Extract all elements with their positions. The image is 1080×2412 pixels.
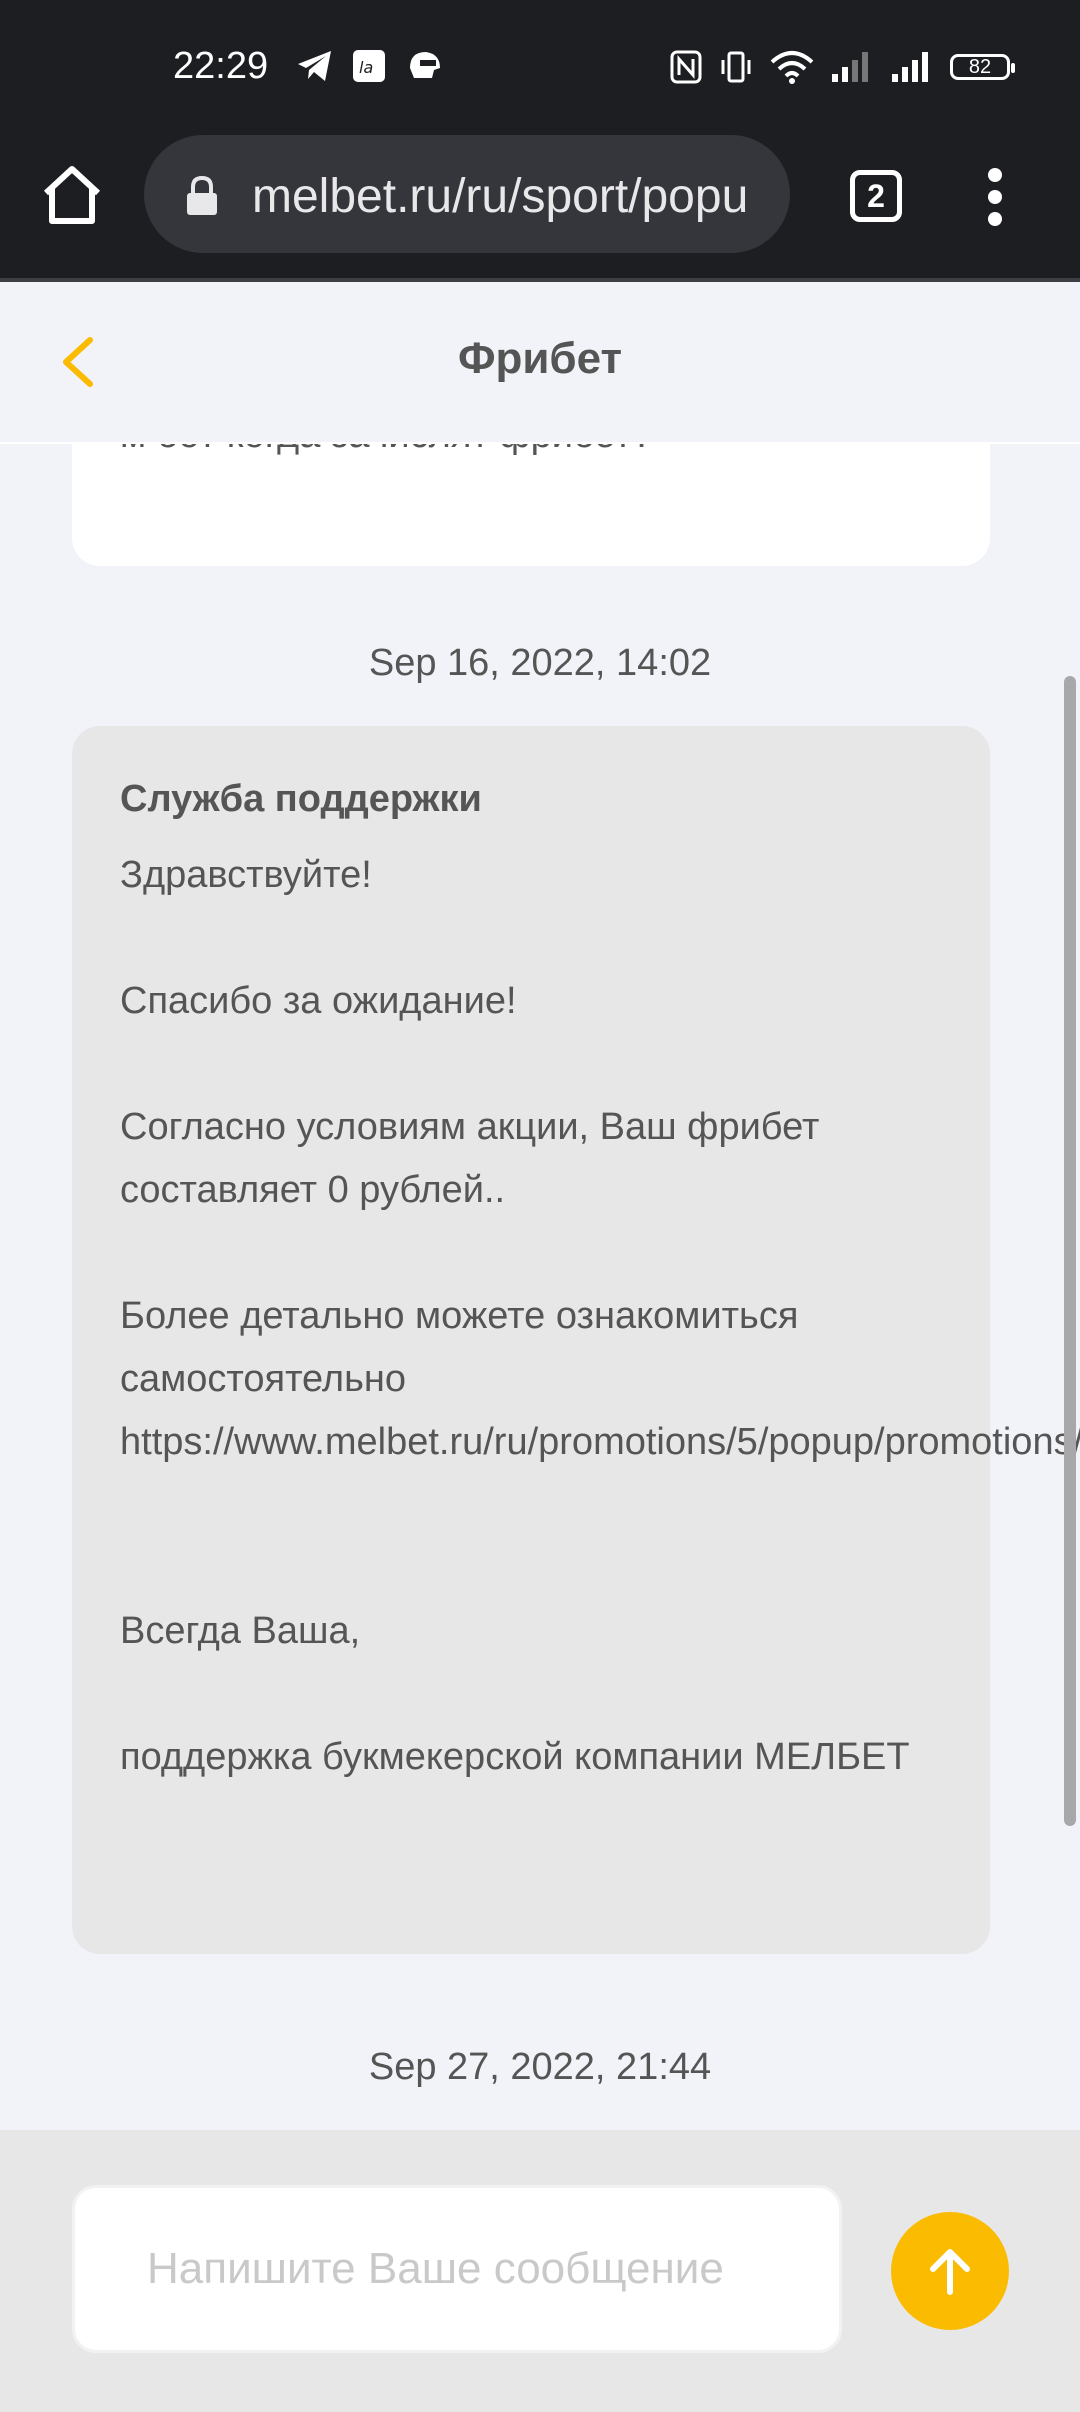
- arrow-up-icon: [930, 2249, 970, 2295]
- telegram-icon: [298, 51, 331, 81]
- la-app-icon: la: [353, 50, 385, 82]
- send-button[interactable]: [891, 2212, 1009, 2330]
- status-time: 22:29: [173, 45, 269, 87]
- support-message-bubble: Служба поддержки Здравствуйте! Спасибо з…: [72, 726, 1080, 1954]
- browser-menu-icon[interactable]: [980, 168, 1010, 228]
- nfc-icon: [670, 50, 702, 84]
- url-bar[interactable]: melbet.ru/ru/sport/popu: [144, 135, 790, 253]
- message-date: Sep 27, 2022, 21:44: [368, 2046, 712, 2088]
- lock-icon: [187, 175, 217, 215]
- battery-indicator: 82: [950, 54, 1015, 80]
- signal-icon: [892, 52, 928, 82]
- browser-toolbar: melbet.ru/ru/sport/popu 2: [0, 130, 1080, 280]
- chat-area[interactable]: м бот когда зачислят фрибет? Sep 16, 202…: [0, 444, 1080, 2130]
- message-date: Sep 16, 2022, 14:02: [368, 642, 712, 684]
- signal-icon: [832, 52, 868, 82]
- status-left-icons: la: [296, 48, 444, 84]
- message-composer: [0, 2130, 1080, 2412]
- tab-switcher-button[interactable]: 2: [850, 170, 902, 222]
- helmet-app-icon: [410, 52, 440, 78]
- status-right-icons: 82: [670, 50, 1015, 84]
- url-text: melbet.ru/ru/sport/popu: [252, 170, 749, 223]
- message-sender: Служба поддержки: [120, 778, 482, 820]
- page-header: Фрибет: [0, 282, 1080, 444]
- svg-text:la: la: [359, 58, 373, 77]
- page-title: Фрибет: [457, 334, 623, 383]
- support-message-text: Здравствуйте! Спасибо за ожидание! Согла…: [120, 854, 1080, 1778]
- chat-scrollbar[interactable]: [1064, 676, 1076, 1826]
- status-bar: 22:29 la 82: [0, 0, 1080, 130]
- user-message-text: м бот когда зачислят фрибет?: [120, 444, 960, 466]
- wifi-icon: [770, 51, 814, 84]
- vibrate-icon: [721, 51, 751, 83]
- user-message-bubble: м бот когда зачислят фрибет?: [72, 444, 990, 566]
- home-icon[interactable]: [40, 163, 104, 227]
- message-input[interactable]: [72, 2185, 842, 2353]
